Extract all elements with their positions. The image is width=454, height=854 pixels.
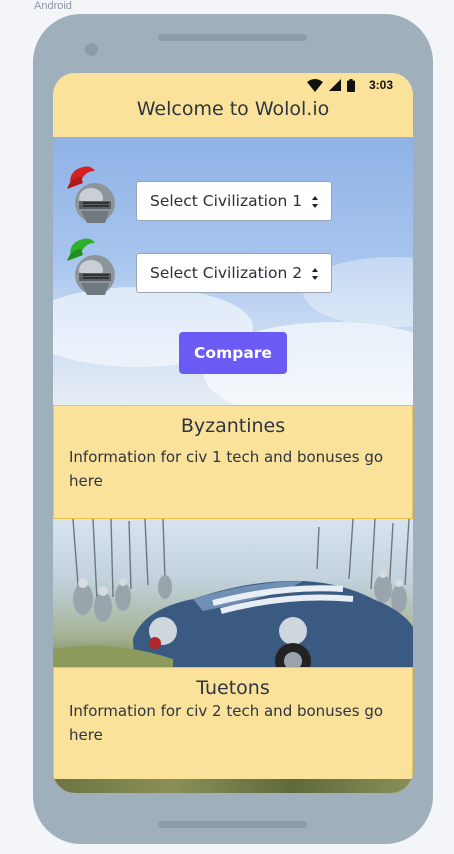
- android-device-frame: 3:03 Welcome to Wolol.io Select Civiliza…: [33, 14, 433, 844]
- civ1-info-card: Byzantines Information for civ 1 tech an…: [53, 405, 413, 519]
- app-screen: 3:03 Welcome to Wolol.io Select Civiliza…: [53, 73, 413, 793]
- civ2-name: Tuetons: [196, 677, 270, 699]
- civ2-info-card: Tuetons Information for civ 2 tech and b…: [53, 667, 413, 781]
- compare-button[interactable]: Compare: [179, 332, 287, 374]
- status-time: 3:03: [368, 78, 393, 92]
- civ1-info-text: Information for civ 1 tech and bonuses g…: [69, 448, 384, 490]
- civ1-select[interactable]: Select Civilization 1: [136, 181, 332, 221]
- civ2-select-value: Select Civilization 2: [150, 264, 303, 282]
- status-bar: 3:03: [306, 77, 393, 93]
- select-arrows-icon: [312, 196, 318, 208]
- front-camera: [85, 43, 98, 56]
- green-plumed-helmet-icon: [67, 238, 115, 295]
- device-frame-label: Android: [34, 0, 72, 12]
- page-title: Welcome to Wolol.io: [136, 98, 330, 120]
- select-arrows-icon: [312, 268, 318, 280]
- civ1-name: Byzantines: [180, 415, 286, 437]
- selector-panel: Select Civilization 1 Select Civilizatio…: [53, 137, 413, 405]
- battle-scene-footer-image: [53, 779, 413, 793]
- app-header: 3:03 Welcome to Wolol.io: [53, 73, 413, 137]
- cell-signal-icon: [328, 79, 341, 91]
- battery-icon: [346, 78, 355, 92]
- battle-scene-image: [53, 519, 413, 667]
- wifi-icon: [306, 78, 323, 92]
- civ1-select-value: Select Civilization 1: [150, 192, 303, 210]
- civ2-info-text: Information for civ 2 tech and bonuses g…: [69, 702, 384, 744]
- speaker-grille: [158, 34, 307, 41]
- home-indicator: [158, 821, 307, 828]
- red-plumed-helmet-icon: [67, 166, 115, 223]
- battle-scene-illustration: [53, 519, 413, 667]
- civ2-select[interactable]: Select Civilization 2: [136, 253, 332, 293]
